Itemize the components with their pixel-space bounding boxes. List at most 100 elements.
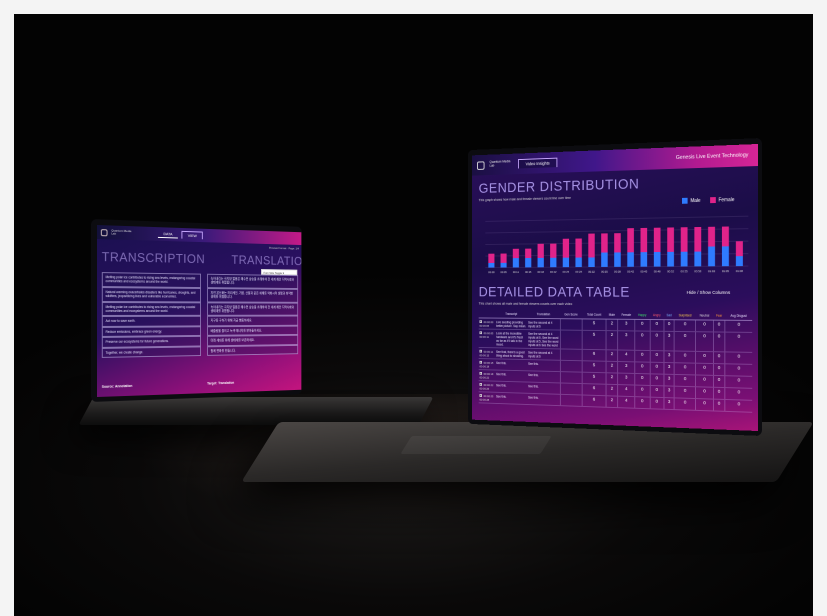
legend-female[interactable]: Female bbox=[709, 197, 734, 204]
row-value: 0 bbox=[634, 319, 650, 332]
bar-female bbox=[537, 243, 544, 258]
brand-name: Quantum Media Lab bbox=[111, 228, 132, 236]
row-value: 0 bbox=[649, 397, 664, 410]
small-laptop-screen: Quantum Media Lab DATA VIEW Preview Form… bbox=[97, 225, 302, 397]
column-header[interactable]: Female bbox=[617, 311, 635, 320]
column-header[interactable]: Neutral bbox=[695, 311, 714, 321]
bar-female bbox=[640, 227, 648, 253]
row-value: 5 bbox=[582, 318, 606, 331]
row-value: 4 bbox=[617, 349, 635, 362]
legend-male[interactable]: Male bbox=[682, 197, 701, 204]
row-value: 0 bbox=[695, 319, 714, 332]
row-time: 00:00:18 00:00:22 bbox=[478, 369, 496, 382]
row-value bbox=[559, 348, 583, 361]
column-header[interactable]: Gen Score bbox=[559, 310, 583, 319]
text-row[interactable]: Together, we create change. bbox=[101, 346, 201, 358]
bar-female bbox=[601, 233, 608, 253]
row-value: 0 bbox=[725, 363, 753, 377]
text-row[interactable]: Melting polar ice contributes to rising … bbox=[101, 272, 201, 288]
gender-distribution-chart: 00:00 00:05 00:11 00:15 00:18 00:22 00:25 00:28… bbox=[479, 214, 751, 274]
row-transcript: See this. bbox=[495, 370, 528, 383]
trackpad bbox=[400, 436, 552, 454]
row-value: 0 bbox=[713, 375, 726, 388]
x-tick-label: 00:28 bbox=[575, 270, 582, 274]
row-value: 3 bbox=[663, 397, 675, 410]
bar-female bbox=[627, 228, 634, 253]
bar-male bbox=[667, 251, 674, 267]
translation-column: 녹아내리는 극지방 얼음은 해수면 상승을 초래하여 전 세계 해안 지역사회와… bbox=[207, 273, 299, 356]
column-header[interactable]: Surprised bbox=[674, 311, 696, 320]
row-value: 0 bbox=[713, 320, 726, 333]
row-value: 0 bbox=[634, 385, 650, 398]
bar-male bbox=[588, 257, 595, 268]
x-tick-label: 00:32 bbox=[588, 270, 595, 274]
bar-female bbox=[550, 243, 557, 258]
text-row[interactable]: 함께 변화를 만듭니다. bbox=[207, 344, 299, 356]
text-row[interactable]: Act now to save earth. bbox=[101, 316, 201, 327]
row-value bbox=[559, 382, 583, 395]
row-translation: See the second at 4 inputs at 6 bbox=[527, 318, 560, 331]
tab-video-insights[interactable]: Video Insights bbox=[517, 157, 558, 169]
bar-male bbox=[601, 252, 608, 267]
column-header[interactable]: Sad bbox=[663, 311, 675, 320]
row-value: 0 bbox=[634, 330, 650, 351]
text-row[interactable]: Melting polar ice contributes to rising … bbox=[101, 301, 201, 317]
text-row[interactable]: 녹아내리는 극지방 얼음은 해수면 상승을 초래하여 전 세계 해안 지역사회와… bbox=[207, 273, 299, 289]
column-header[interactable]: Total Count bbox=[582, 310, 606, 320]
column-header[interactable] bbox=[478, 310, 496, 319]
bar-male bbox=[735, 256, 743, 267]
tab-data[interactable]: DATA bbox=[157, 230, 178, 239]
column-header[interactable]: Fear bbox=[713, 311, 726, 321]
bar-male bbox=[500, 262, 507, 268]
bar-male bbox=[488, 262, 495, 268]
row-value bbox=[559, 394, 583, 407]
bar-female bbox=[721, 226, 729, 247]
column-header[interactable]: Male bbox=[605, 310, 618, 320]
row-value bbox=[559, 371, 583, 384]
row-value: 6 bbox=[582, 383, 606, 396]
detailed-data-table: Transcript Translation Gen Score Total Coun… bbox=[478, 310, 753, 413]
bar-male bbox=[640, 252, 648, 267]
column-header[interactable]: Avg Disgust bbox=[725, 311, 753, 321]
row-value: 2 bbox=[605, 330, 618, 350]
text-row[interactable]: 녹아내리는 극지방 얼음은 해수면 상승을 초래하여 전 세계 해안 지역사회와… bbox=[207, 302, 299, 317]
bar-male bbox=[614, 252, 621, 267]
bar-female bbox=[488, 253, 495, 263]
row-value: 3 bbox=[663, 350, 675, 363]
bar-female bbox=[575, 238, 582, 258]
row-value: 0 bbox=[713, 399, 726, 412]
row-value: 0 bbox=[663, 319, 675, 332]
row-value: 0 bbox=[695, 374, 714, 388]
hide-show-columns-button[interactable]: Hide / Show Columns bbox=[687, 291, 731, 296]
row-value: 3 bbox=[663, 385, 675, 398]
bar-male bbox=[575, 257, 582, 268]
tab-view[interactable]: VIEW bbox=[181, 230, 204, 240]
row-value: 0 bbox=[695, 331, 714, 352]
bar-female bbox=[588, 233, 595, 258]
transcription-title: TRANSCRIPTION bbox=[101, 249, 206, 267]
logo-icon bbox=[100, 228, 108, 236]
x-tick-label: 01:02 bbox=[708, 269, 716, 273]
row-value: 0 bbox=[674, 397, 696, 411]
column-header[interactable]: Happy bbox=[634, 311, 650, 320]
row-translation: See this. bbox=[527, 359, 560, 372]
bar-female bbox=[525, 248, 532, 259]
row-value bbox=[559, 318, 583, 331]
row-value: 0 bbox=[674, 319, 696, 332]
x-tick-label: 00:05 bbox=[500, 270, 507, 274]
column-header[interactable]: Angry bbox=[649, 311, 664, 320]
text-row[interactable]: 지구를 구하기 위해 지금 행동하세요. bbox=[207, 315, 299, 327]
x-tick-label: 00:42 bbox=[627, 269, 634, 273]
x-tick-label: 00:22 bbox=[550, 270, 557, 274]
logo-icon bbox=[477, 160, 485, 170]
row-value: 0 bbox=[725, 375, 753, 389]
x-tick-label: 01:08 bbox=[736, 269, 744, 273]
text-row[interactable]: 자연 온난화는 허리케인, 가뭄, 산불과 같은 재해를 악화시켜 생명과 취약… bbox=[207, 287, 299, 303]
big-laptop-screen: Quantum Media Lab Video Insights Genesis… bbox=[472, 144, 758, 431]
text-row[interactable]: Natural warming exacerbates disasters li… bbox=[101, 286, 201, 303]
row-value: 0 bbox=[713, 331, 726, 352]
row-value: 0 bbox=[725, 399, 753, 413]
bar-male bbox=[537, 257, 544, 268]
row-value: 0 bbox=[634, 361, 650, 374]
row-value: 2 bbox=[605, 384, 618, 397]
